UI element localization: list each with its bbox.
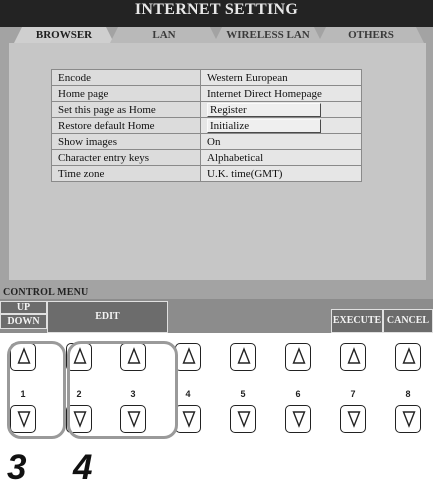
setting-label: Home page — [51, 85, 201, 102]
lcd-screen: INTERNET SETTING BROWSER LAN WIRELESS LA… — [0, 0, 433, 333]
up-triangle-icon — [347, 347, 361, 364]
initialize-button[interactable]: Initialize — [207, 118, 321, 133]
setting-row-encode[interactable]: Encode Western European — [51, 69, 362, 86]
up-triangle-icon — [182, 347, 196, 364]
button-number: 5 — [240, 389, 246, 399]
setting-value[interactable]: U.K. time(GMT) — [200, 165, 362, 182]
down-triangle-icon — [292, 411, 306, 428]
down-triangle-icon — [347, 411, 361, 428]
down-button[interactable]: DOWN — [0, 314, 47, 329]
callout-4: 4 — [73, 448, 93, 487]
setting-value[interactable]: On — [200, 133, 362, 150]
group-outline-buttons-2-3 — [67, 341, 178, 439]
button-7-up[interactable] — [340, 343, 366, 371]
button-8-up[interactable] — [395, 343, 421, 371]
down-triangle-icon — [182, 411, 196, 428]
setting-row-home-page[interactable]: Home page Internet Direct Homepage — [51, 85, 362, 102]
setting-row-set-home[interactable]: Set this page as Home Register — [51, 101, 362, 118]
setting-label: Show images — [51, 133, 201, 150]
button-number: 4 — [185, 389, 191, 399]
tab-wireless-lan[interactable]: WIRELESS LAN — [214, 27, 322, 43]
setting-value-cell: Initialize — [200, 117, 362, 134]
button-5-up[interactable] — [230, 343, 256, 371]
setting-label: Set this page as Home — [51, 101, 201, 118]
down-triangle-icon — [237, 411, 251, 428]
page-title: INTERNET SETTING — [134, 1, 299, 18]
execute-button[interactable]: EXECUTE — [331, 309, 383, 333]
button-8-down[interactable] — [395, 405, 421, 433]
button-7-down[interactable] — [340, 405, 366, 433]
setting-value-cell: Register — [200, 101, 362, 118]
callout-3: 3 — [7, 448, 27, 487]
up-triangle-icon — [237, 347, 251, 364]
register-button[interactable]: Register — [207, 102, 321, 117]
button-number: 6 — [295, 389, 301, 399]
up-triangle-icon — [292, 347, 306, 364]
cancel-button[interactable]: CANCEL — [383, 309, 433, 333]
setting-label: Time zone — [51, 165, 201, 182]
button-number: 7 — [350, 389, 356, 399]
setting-value[interactable]: Western European — [200, 69, 362, 86]
up-triangle-icon — [402, 347, 416, 364]
settings-table: Encode Western European Home page Intern… — [51, 69, 362, 182]
control-menu-bar: UP DOWN EDIT EXECUTE CANCEL — [0, 299, 433, 333]
up-button[interactable]: UP — [0, 301, 47, 314]
button-5-down[interactable] — [230, 405, 256, 433]
button-6-up[interactable] — [285, 343, 311, 371]
setting-label: Encode — [51, 69, 201, 86]
button-number: 8 — [405, 389, 411, 399]
setting-label: Restore default Home — [51, 117, 201, 134]
setting-row-show-images[interactable]: Show images On — [51, 133, 362, 150]
button-6-down[interactable] — [285, 405, 311, 433]
tab-others[interactable]: OTHERS — [318, 27, 424, 43]
control-menu-label: CONTROL MENU — [3, 287, 89, 298]
title-bar: INTERNET SETTING — [0, 0, 433, 27]
setting-label: Character entry keys — [51, 149, 201, 166]
setting-row-character-keys[interactable]: Character entry keys Alphabetical — [51, 149, 362, 166]
tab-lan[interactable]: LAN — [110, 27, 218, 43]
tab-browser[interactable]: BROWSER — [14, 27, 114, 43]
group-outline-button-1 — [7, 341, 66, 439]
button-4-up[interactable] — [175, 343, 201, 371]
setting-row-time-zone[interactable]: Time zone U.K. time(GMT) — [51, 165, 362, 182]
setting-value[interactable]: Alphabetical — [200, 149, 362, 166]
setting-value[interactable]: Internet Direct Homepage — [200, 85, 362, 102]
edit-button[interactable]: EDIT — [47, 301, 168, 333]
setting-row-restore-home[interactable]: Restore default Home Initialize — [51, 117, 362, 134]
button-4-down[interactable] — [175, 405, 201, 433]
down-triangle-icon — [402, 411, 416, 428]
